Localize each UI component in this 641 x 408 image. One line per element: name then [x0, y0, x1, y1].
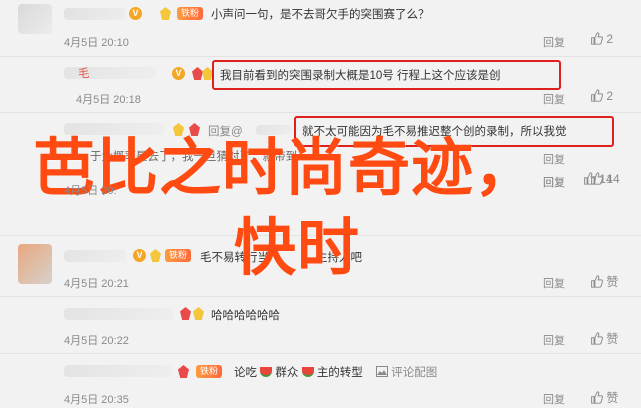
- username-blurred[interactable]: [64, 8, 126, 20]
- medal-icon: [150, 249, 161, 262]
- like-count: 赞: [606, 275, 619, 289]
- fan-badge: 铁粉: [165, 249, 192, 262]
- comment-text-part: 主的转型: [316, 367, 363, 379]
- comment-text-part: 论吃: [234, 367, 257, 379]
- username-blurred[interactable]: [64, 250, 126, 262]
- comment-date: 4月5日 20:10: [64, 37, 129, 49]
- medal-icon: [178, 365, 189, 378]
- comment-1: V 铁粉 小声问一句，是不去哥欠手的突围赛了么？ 4月5日 20:10 回复 2: [0, 0, 641, 56]
- thumbs-up-icon: [584, 172, 596, 185]
- like-button[interactable]: 14: [583, 172, 613, 186]
- comment-text-part: 群众: [275, 367, 299, 379]
- overlay-title-line2: 快时: [234, 211, 361, 284]
- like-button[interactable]: 赞: [590, 330, 618, 347]
- image-icon: [376, 366, 389, 377]
- comment-6: 哈哈哈哈哈哈 4月5日 20:22 回复 赞: [0, 298, 641, 352]
- comment-date: 4月5日 20:18: [76, 94, 141, 106]
- comment-pic-link[interactable]: 评论配图: [376, 366, 438, 379]
- thumbs-up-icon: [591, 391, 603, 404]
- comment-date: 4月5日 20:21: [64, 278, 129, 290]
- thumbs-up-icon: [591, 275, 603, 288]
- like-button[interactable]: 2: [590, 32, 613, 46]
- like-button[interactable]: 2: [590, 89, 613, 103]
- like-count: 赞: [606, 391, 619, 405]
- watermelon-icon: [301, 367, 314, 377]
- thumbs-up-icon: [591, 332, 603, 345]
- comment-text: 论吃 群众 主的转型 评论配图: [234, 364, 437, 380]
- like-count: 14: [599, 172, 613, 186]
- comment-2: 毛 V 我目前看到的突围录制大概是10号 行程上这个应该是创 4月5日 20:1…: [0, 57, 641, 109]
- like-count: 2: [606, 89, 614, 103]
- thumbs-up-icon: [591, 32, 603, 45]
- medal-icon: [180, 307, 191, 320]
- reply-button[interactable]: 回复: [543, 174, 565, 190]
- username[interactable]: 毛: [78, 65, 90, 81]
- comment-7: 铁粉 论吃 群众 主的转型 评论配图 4月5日 20:35 回复 赞: [0, 355, 641, 408]
- fan-badge: 铁粉: [196, 365, 223, 378]
- medal-icon: [193, 307, 204, 320]
- fan-badge: 铁粉: [177, 7, 204, 20]
- like-button[interactable]: 赞: [590, 273, 618, 290]
- comment-pic-label: 评论配图: [391, 367, 438, 379]
- divider: [0, 296, 641, 297]
- avatar[interactable]: [18, 244, 52, 284]
- comment-text: 我目前看到的突围录制大概是10号 行程上这个应该是创: [220, 70, 501, 82]
- reply-button[interactable]: 回复: [543, 391, 565, 407]
- comment-date: 4月5日 20:: [64, 185, 117, 197]
- comment-date: 4月5日 20:22: [64, 335, 129, 347]
- like-count: 赞: [606, 332, 619, 346]
- vip-v-icon: V: [129, 7, 142, 20]
- comment-date: 4月5日 20:35: [64, 394, 129, 406]
- watermelon-icon: [260, 367, 273, 377]
- reply-button[interactable]: 回复: [543, 275, 565, 291]
- medal-icon: [192, 67, 203, 80]
- username-blurred[interactable]: [64, 308, 174, 320]
- like-button[interactable]: 赞: [590, 389, 618, 406]
- avatar[interactable]: [18, 4, 52, 34]
- comment-text: 哈哈哈哈哈哈: [211, 310, 280, 322]
- reply-button[interactable]: 回复: [543, 91, 565, 107]
- thumbs-up-icon: [591, 89, 603, 102]
- comment-text: 小声问一句，是不去哥欠手的突围赛了么？: [211, 9, 430, 21]
- medal-icon: [160, 7, 171, 20]
- username-blurred[interactable]: [64, 365, 172, 377]
- vip-v-icon: V: [172, 67, 185, 80]
- vip-v-icon: V: [133, 249, 146, 262]
- reply-button[interactable]: 回复: [543, 34, 565, 50]
- divider: [0, 353, 641, 354]
- like-count: 2: [606, 32, 614, 46]
- reply-button[interactable]: 回复: [543, 332, 565, 348]
